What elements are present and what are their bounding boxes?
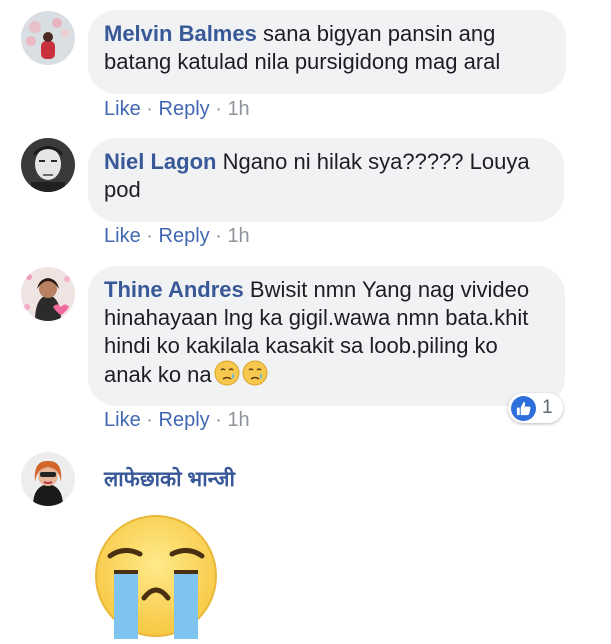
author-name[interactable]: Melvin Balmes: [104, 21, 257, 46]
separator: ·: [146, 98, 153, 120]
author-name[interactable]: Thine Andres: [104, 277, 244, 302]
avatar[interactable]: [21, 267, 75, 321]
author-name[interactable]: Niel Lagon: [104, 149, 216, 174]
reaction-summary[interactable]: 1: [508, 393, 563, 423]
like-thumb-icon: [511, 395, 536, 421]
like-link[interactable]: Like: [104, 409, 141, 431]
author-name[interactable]: लाफेछाको भान्जी: [104, 465, 235, 493]
timestamp[interactable]: 1h: [227, 409, 249, 431]
timestamp[interactable]: 1h: [227, 225, 249, 247]
reaction-count: 1: [542, 397, 553, 418]
separator: ·: [215, 409, 222, 431]
crying-face-emoji: [242, 360, 268, 386]
reply-link[interactable]: Reply: [159, 225, 210, 247]
separator: ·: [146, 225, 153, 247]
avatar[interactable]: [21, 11, 75, 65]
crying-face-sticker: [94, 514, 219, 639]
comment-actions: Like · Reply · 1h: [104, 408, 250, 432]
crying-face-emoji: [214, 360, 240, 386]
like-link[interactable]: Like: [104, 98, 141, 120]
comment-actions: Like · Reply · 1h: [104, 224, 250, 248]
comment-bubble: Thine Andres Bwisit nmn Yang nag vivideo…: [88, 266, 565, 406]
like-link[interactable]: Like: [104, 225, 141, 247]
comment-actions: Like · Reply · 1h: [104, 97, 250, 121]
separator: ·: [215, 225, 222, 247]
timestamp[interactable]: 1h: [227, 98, 249, 120]
comment-bubble: Niel Lagon Ngano ni hilak sya????? Louya…: [88, 138, 564, 222]
reply-link[interactable]: Reply: [159, 98, 210, 120]
avatar[interactable]: [21, 138, 75, 192]
separator: ·: [215, 98, 222, 120]
comment-bubble: Melvin Balmes sana bigyan pansin ang bat…: [88, 10, 566, 94]
reply-link[interactable]: Reply: [159, 409, 210, 431]
separator: ·: [146, 409, 153, 431]
avatar[interactable]: [21, 452, 75, 506]
